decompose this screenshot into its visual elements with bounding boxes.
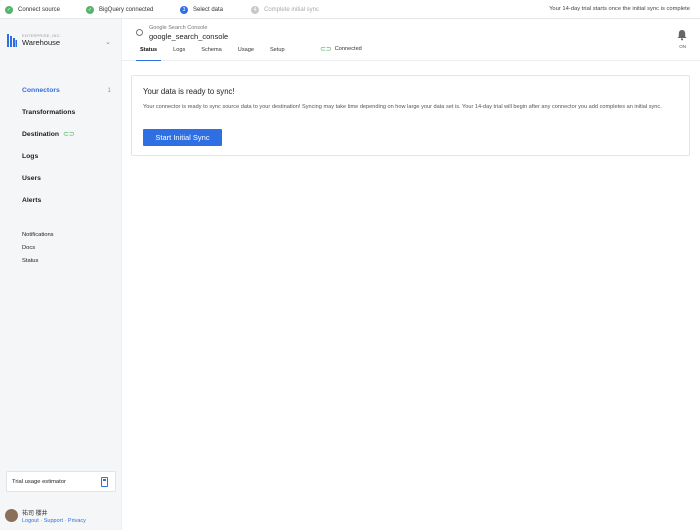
sidebar-item-docs[interactable]: Docs: [22, 241, 54, 254]
tab-usage[interactable]: Usage: [230, 44, 262, 61]
sidebar-item-label: Destination: [22, 130, 60, 138]
sidebar: ENTERPRISE, INC. Warehouse ⌄ Connectors …: [0, 19, 122, 530]
sidebar-item-label: Transformations: [22, 108, 76, 116]
sidebar-item-destination[interactable]: Destination ⊂⊃: [22, 123, 114, 145]
bell-icon[interactable]: [676, 29, 688, 41]
step-number-icon: 3: [180, 5, 188, 14]
connector-header: Google Search Console google_search_cons…: [122, 19, 700, 61]
connector-tabs: Status Logs Schema Usage Setup: [132, 44, 293, 61]
sidebar-item-status[interactable]: Status: [22, 254, 54, 267]
step-label: Select data: [193, 6, 224, 13]
connector-name: google_search_console: [149, 32, 229, 41]
step-complete-initial-sync: 4 Complete initial sync: [251, 0, 319, 19]
card-description: Your connector is ready to sync source d…: [143, 104, 662, 110]
sidebar-item-label: Users: [22, 174, 41, 182]
step-select-data: 3 Select data: [180, 0, 223, 19]
sidebar-item-logs[interactable]: Logs: [22, 145, 114, 167]
support-link[interactable]: Support: [44, 518, 63, 524]
link-icon: ⊂⊃: [63, 131, 75, 138]
step-label: BigQuery connected: [99, 6, 154, 13]
step-connect-source: ✓ Connect source: [5, 0, 60, 19]
connection-status: ⊂⊃ Connected: [320, 45, 362, 53]
check-icon: ✓: [5, 5, 13, 14]
user-name: 祐司 櫻井: [22, 511, 48, 517]
logout-link[interactable]: Logout: [22, 518, 39, 524]
google-search-console-icon: [136, 29, 143, 36]
tab-logs[interactable]: Logs: [165, 44, 193, 61]
connection-status-label: Connected: [334, 46, 362, 52]
connector-source: Google Search Console: [149, 25, 208, 31]
trial-message: Your 14-day trial starts once the initia…: [549, 6, 690, 12]
sidebar-item-connectors[interactable]: Connectors 1: [22, 79, 114, 101]
secondary-nav: Notifications Docs Status: [22, 228, 54, 267]
check-icon: ✓: [86, 5, 94, 14]
trial-usage-estimator-button[interactable]: Trial usage estimator: [6, 471, 116, 492]
sidebar-item-transformations[interactable]: Transformations: [22, 101, 114, 123]
tab-status[interactable]: Status: [132, 44, 165, 61]
sidebar-item-label: Logs: [22, 152, 39, 160]
tab-setup[interactable]: Setup: [262, 44, 293, 61]
step-label: Connect source: [18, 6, 61, 13]
sidebar-nav: Connectors 1 Transformations Destination…: [22, 79, 114, 211]
separator: ·: [64, 518, 67, 524]
warehouse-logo-icon: [7, 33, 17, 47]
calculator-icon: [101, 477, 108, 487]
workspace-name: Warehouse: [22, 38, 61, 47]
chevron-down-icon[interactable]: ⌄: [105, 38, 111, 46]
sidebar-item-users[interactable]: Users: [22, 167, 114, 189]
connector-count: 1: [107, 86, 111, 94]
privacy-link[interactable]: Privacy: [68, 518, 86, 524]
step-label: Complete initial sync: [264, 6, 320, 13]
tab-schema[interactable]: Schema: [193, 44, 230, 61]
link-icon: ⊂⊃: [320, 46, 332, 53]
sidebar-item-label: Alerts: [22, 196, 42, 204]
ready-to-sync-card: Your data is ready to sync! Your connect…: [131, 75, 690, 156]
notification-toggle-label: ON: [679, 44, 686, 49]
start-initial-sync-button[interactable]: Start Initial Sync: [143, 129, 222, 146]
card-title: Your data is ready to sync!: [143, 87, 235, 96]
avatar: [5, 509, 18, 522]
separator: ·: [40, 518, 43, 524]
setup-progress-bar: ✓ Connect source ✓ BigQuery connected 3 …: [0, 0, 700, 19]
step-bigquery-connected: ✓ BigQuery connected: [86, 0, 153, 19]
estimator-label: Trial usage estimator: [12, 478, 66, 485]
user-profile: 祐司 櫻井 Logout · Support · Privacy: [5, 508, 86, 524]
sidebar-item-label: Connectors: [22, 86, 60, 94]
sidebar-item-alerts[interactable]: Alerts: [22, 189, 114, 211]
sidebar-item-notifications[interactable]: Notifications: [22, 228, 54, 241]
workspace-switcher[interactable]: ENTERPRISE, INC. Warehouse: [7, 33, 61, 47]
step-number-icon: 4: [251, 5, 259, 14]
